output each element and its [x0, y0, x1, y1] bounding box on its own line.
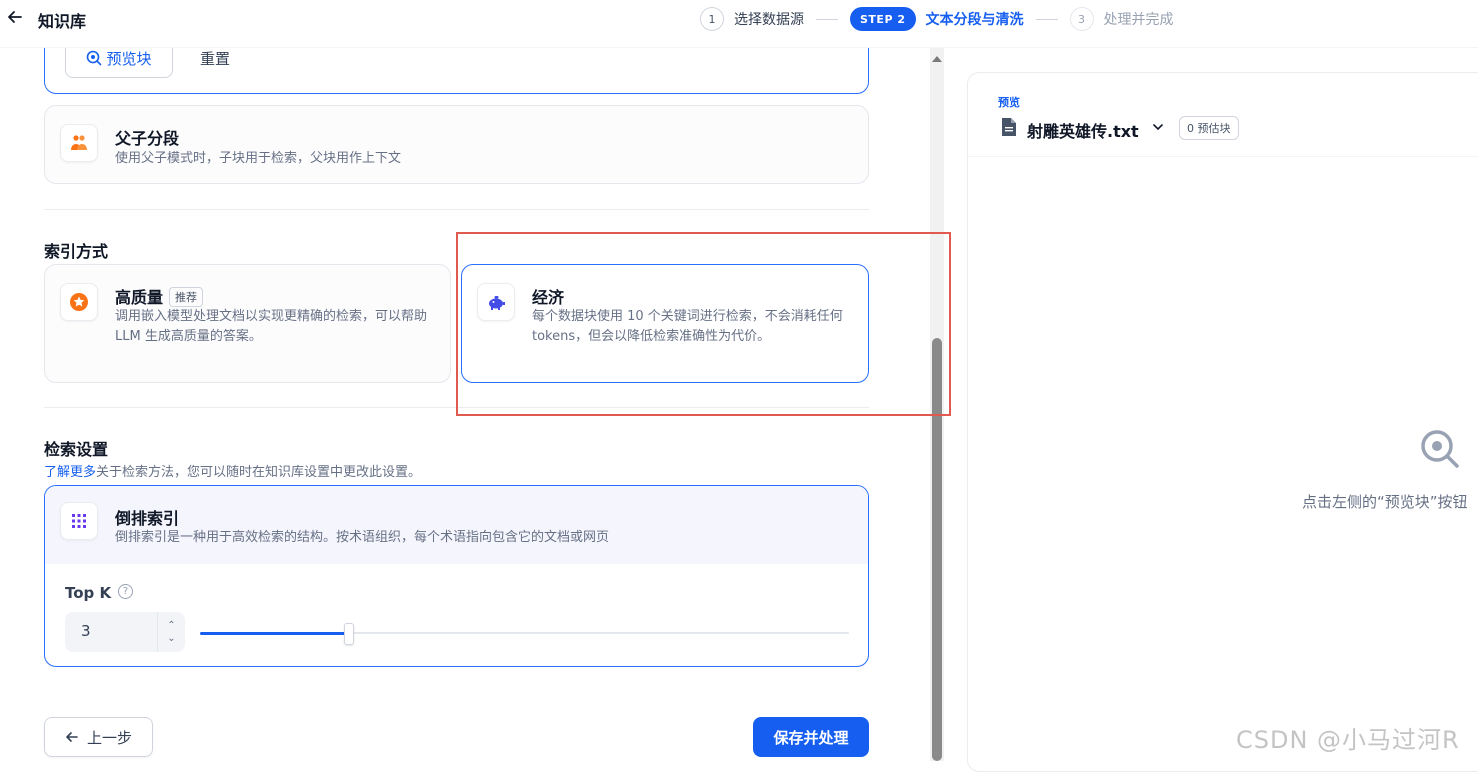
high-quality-icon	[60, 283, 98, 321]
step-2-label: 文本分段与清洗	[925, 12, 1024, 28]
decrement-chevron-icon[interactable]: ⌄	[167, 632, 175, 645]
parent-child-segment-card[interactable]: 父子分段 使用父子模式时，子块用于检索，父块用作上下文	[44, 105, 869, 184]
previous-step-label: 上一步	[86, 728, 132, 747]
increment-chevron-icon[interactable]: ⌃	[167, 619, 175, 632]
slider-fill	[200, 632, 350, 635]
inverted-index-header: 倒排索引 倒排索引是一种用于高效检索的结构。按术语组织，每个术语指向包含它的文档…	[45, 486, 868, 564]
divider	[44, 407, 869, 408]
settings-column: 预览块 重置 父子分段 使用父子模式时，子块用于检索，父块用作上下文 索引方式 …	[0, 48, 930, 761]
step-connector	[816, 18, 838, 20]
top-k-stepper[interactable]: 3 ⌃ ⌄	[65, 612, 185, 652]
arrow-left-icon	[66, 732, 78, 742]
parent-child-title: 父子分段	[115, 129, 180, 148]
previous-step-button[interactable]: 上一步	[44, 717, 153, 757]
empty-state-text: 点击左侧的“预览块”按钮	[1302, 493, 1468, 511]
parent-child-desc: 使用父子模式时，子块用于检索，父块用作上下文	[115, 151, 402, 166]
economy-option[interactable]: 经济 每个数据块使用 10 个关键词进行检索，不会消耗任何 tokens，但会以…	[461, 264, 869, 383]
step-indicator: 1 选择数据源 STEP 2 文本分段与清洗 3 处理并完成	[700, 6, 1174, 32]
economy-desc: 每个数据块使用 10 个关键词进行检索，不会消耗任何 tokens，但会以降低检…	[532, 309, 843, 344]
scroll-up-arrow-icon[interactable]	[932, 56, 942, 62]
high-quality-title: 高质量 推荐	[115, 284, 204, 308]
step-1-number: 1	[700, 7, 724, 31]
step-3-number: 3	[1069, 7, 1094, 31]
high-quality-option[interactable]: 高质量 推荐 调用嵌入模型处理文档以实现更精确的检索，可以帮助 LLM 生成高质量…	[44, 264, 451, 383]
chunk-count-badge: 0 预估块	[1179, 116, 1239, 140]
preview-panel: 预览 射雕英雄传.txt 0 预估块 点击左侧的“预览块”按钮	[967, 72, 1478, 772]
retrieval-hint: 了解更多关于检索方法，您可以随时在知识库设置中更改此设置。	[44, 461, 421, 480]
economy-title: 经济	[532, 288, 565, 307]
file-name[interactable]: 射雕英雄传.txt	[1027, 118, 1139, 142]
high-quality-title-text: 高质量	[115, 288, 164, 307]
top-k-slider[interactable]	[200, 623, 849, 645]
retrieval-hint-text: 关于检索方法，您可以随时在知识库设置中更改此设置。	[96, 465, 422, 480]
scrollbar[interactable]	[930, 48, 944, 761]
piggy-bank-icon	[477, 283, 515, 321]
top-k-value[interactable]: 3	[81, 622, 91, 640]
step-3-label: 处理并完成	[1103, 12, 1174, 28]
recommended-tag: 推荐	[169, 287, 204, 307]
learn-more-link[interactable]: 了解更多	[44, 465, 96, 480]
preview-chunks-label: 预览块	[106, 49, 152, 68]
search-preview-empty-icon	[1421, 430, 1459, 468]
slider-handle[interactable]	[344, 623, 355, 645]
step-connector	[1035, 18, 1058, 20]
parent-child-icon	[60, 124, 98, 162]
step-2-pill: STEP 2	[850, 7, 916, 31]
inverted-index-card[interactable]: 倒排索引 倒排索引是一种用于高效检索的结构。按术语组织，每个术语指向包含它的文档…	[44, 485, 869, 667]
grid-icon	[60, 502, 98, 540]
save-and-process-button[interactable]: 保存并处理	[753, 717, 869, 757]
retrieval-settings-title: 检索设置	[44, 440, 109, 459]
stepper-arrows: ⌃ ⌄	[157, 612, 185, 652]
divider	[44, 209, 869, 210]
inverted-index-title: 倒排索引	[115, 509, 180, 528]
preview-chunks-button[interactable]: 预览块	[65, 48, 173, 78]
back-arrow-icon[interactable]	[6, 8, 24, 26]
help-icon[interactable]: ?	[118, 584, 133, 599]
reset-button[interactable]: 重置	[200, 48, 230, 69]
search-preview-icon	[87, 50, 102, 66]
general-segment-card: 预览块 重置	[44, 48, 869, 94]
file-icon	[1002, 118, 1016, 136]
chevron-down-icon[interactable]	[1152, 121, 1164, 133]
top-k-label: Top K	[65, 584, 112, 602]
page-title[interactable]: 知识库	[38, 8, 86, 32]
scroll-thumb[interactable]	[932, 338, 942, 761]
inverted-index-desc: 倒排索引是一种用于高效检索的结构。按术语组织，每个术语指向包含它的文档或网页	[115, 530, 610, 545]
high-quality-desc: 调用嵌入模型处理文档以实现更精确的检索，可以帮助 LLM 生成高质量的答案。	[115, 309, 428, 344]
preview-kicker: 预览	[998, 96, 1020, 109]
top-header: 知识库 1 选择数据源 STEP 2 文本分段与清洗 3 处理并完成	[0, 0, 1478, 48]
index-method-title: 索引方式	[44, 242, 109, 261]
step-1-label: 选择数据源	[734, 12, 804, 28]
watermark: CSDN @小马过河R	[1236, 726, 1460, 754]
preview-header: 预览 射雕英雄传.txt 0 预估块	[968, 73, 1478, 157]
